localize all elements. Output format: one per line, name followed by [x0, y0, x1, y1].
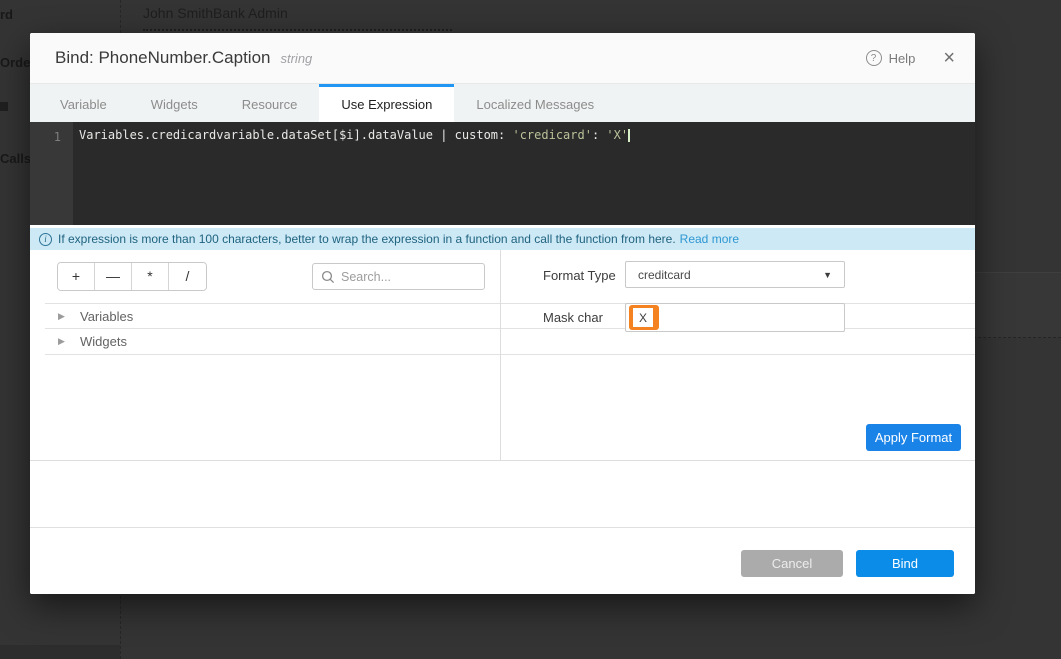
help-icon: ? — [866, 50, 882, 66]
info-text: If expression is more than 100 character… — [58, 232, 676, 246]
expression-code-line: Variables.credicardvariable.dataSet[$i].… — [79, 128, 630, 142]
tree-item-label: Widgets — [80, 334, 127, 349]
bind-button[interactable]: Bind — [856, 550, 954, 577]
dialog-content: + — * / ▶ Variables ▶ Widgets Format Typ… — [30, 250, 975, 460]
operator-minus-button[interactable]: — — [95, 263, 132, 290]
search-box — [312, 263, 485, 290]
help-label: Help — [889, 51, 916, 66]
tree-item-widgets[interactable]: ▶ Widgets — [45, 329, 975, 355]
chevron-right-icon: ▶ — [58, 311, 68, 322]
tab-use-expression[interactable]: Use Expression — [319, 84, 454, 122]
mask-char-input[interactable]: X — [625, 303, 845, 332]
tree-item-label: Variables — [80, 309, 133, 324]
close-icon[interactable]: × — [943, 48, 955, 68]
read-more-link[interactable]: Read more — [680, 232, 739, 246]
format-type-value: creditcard — [638, 268, 823, 282]
chevron-right-icon: ▶ — [58, 336, 68, 347]
operator-divide-button[interactable]: / — [169, 263, 206, 290]
tab-variable[interactable]: Variable — [38, 84, 129, 122]
dialog-header-actions: ? Help × — [866, 48, 955, 68]
operator-multiply-button[interactable]: * — [132, 263, 169, 290]
format-type-select[interactable]: creditcard ▼ — [625, 261, 845, 288]
dialog-title: Bind: PhoneNumber.Caption — [55, 48, 270, 68]
dialog-footer: Cancel Bind — [30, 527, 975, 594]
dropdown-arrow-icon: ▼ — [823, 270, 832, 280]
mask-char-label: Mask char — [543, 310, 603, 325]
help-button[interactable]: ? Help — [866, 50, 916, 66]
line-number: 1 — [54, 130, 61, 144]
mask-char-value: X — [633, 308, 653, 327]
bg-sidebar-item: Calls — [0, 151, 31, 166]
operator-plus-button[interactable]: + — [58, 263, 95, 290]
format-type-label: Format Type — [543, 268, 616, 283]
dialog-header: Bind: PhoneNumber.Caption string ? Help … — [30, 33, 975, 84]
code-text: Variables.credicardvariable.dataSet[$i].… — [79, 128, 512, 142]
dialog-title-type: string — [280, 51, 312, 66]
info-bar: i If expression is more than 100 charact… — [30, 228, 975, 250]
info-icon: i — [39, 233, 52, 246]
bg-bottom-strip — [0, 645, 120, 659]
tab-widgets[interactable]: Widgets — [129, 84, 220, 122]
search-input[interactable] — [341, 270, 476, 284]
code-string: 'X' — [606, 128, 628, 142]
search-icon — [321, 270, 335, 284]
apply-format-button[interactable]: Apply Format — [866, 424, 961, 451]
text-cursor — [628, 129, 630, 142]
code-text: : — [592, 128, 606, 142]
editor-gutter: 1 — [30, 122, 73, 225]
tab-resource[interactable]: Resource — [220, 84, 320, 122]
bg-topbar-user: John SmithBank Admin — [143, 5, 288, 21]
bind-dialog: Bind: PhoneNumber.Caption string ? Help … — [30, 33, 975, 594]
bg-sidebar-item: rd — [0, 7, 13, 22]
panel-divider — [500, 250, 501, 460]
mask-char-selection: X — [629, 305, 659, 330]
tab-localized-messages[interactable]: Localized Messages — [454, 84, 616, 122]
content-bottom-divider — [30, 460, 975, 461]
dialog-tabs: Variable Widgets Resource Use Expression… — [30, 84, 975, 122]
cancel-button[interactable]: Cancel — [741, 550, 843, 577]
code-string: 'credicard' — [512, 128, 591, 142]
bg-sidebar-glyph — [0, 102, 8, 111]
operator-button-group: + — * / — [57, 262, 207, 291]
expression-editor[interactable]: 1 Variables.credicardvariable.dataSet[$i… — [30, 122, 975, 225]
